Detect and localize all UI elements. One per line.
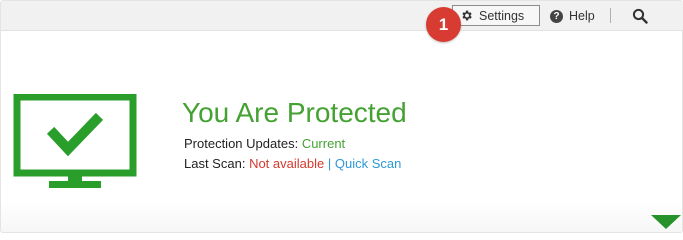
search-icon[interactable] xyxy=(632,8,648,24)
updates-label: Protection Updates: xyxy=(184,136,299,151)
gear-icon xyxy=(462,10,472,21)
expand-arrow-icon[interactable] xyxy=(651,215,681,229)
last-scan-row: Last Scan: Not available | Quick Scan xyxy=(184,156,401,171)
last-scan-value: Not available xyxy=(249,156,325,171)
help-label: Help xyxy=(569,9,595,23)
quick-scan-link[interactable]: Quick Scan xyxy=(335,156,401,171)
toolbar-divider xyxy=(610,8,611,23)
security-status-panel: Settings ? Help 1 You Are Protected Prot… xyxy=(0,0,683,233)
protection-updates-row: Protection Updates: Current xyxy=(184,136,345,151)
help-button[interactable]: ? Help xyxy=(550,6,595,26)
updates-value: Current xyxy=(301,136,346,151)
toolbar: Settings ? Help xyxy=(1,1,683,31)
monitor-check-icon xyxy=(13,94,137,188)
settings-label: Settings xyxy=(479,8,525,23)
help-icon: ? xyxy=(550,9,563,23)
scan-divider: | xyxy=(327,156,332,171)
last-scan-label: Last Scan: xyxy=(184,156,246,171)
settings-button[interactable]: Settings xyxy=(452,5,540,26)
protection-status-headline: You Are Protected xyxy=(182,97,407,128)
step-number-badge: 1 xyxy=(426,7,461,42)
